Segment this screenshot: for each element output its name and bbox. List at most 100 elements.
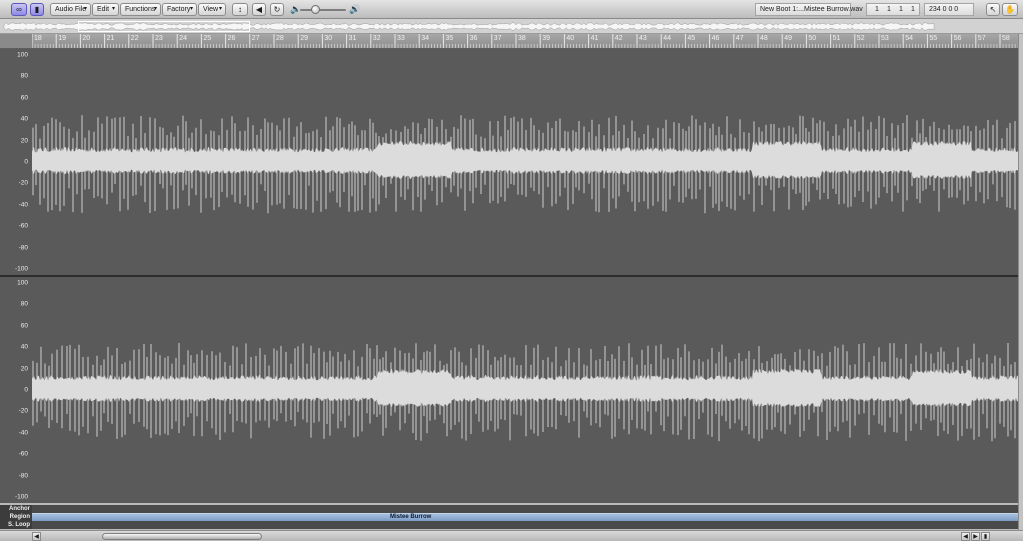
horizontal-scroll-thumb[interactable] [102,533,262,540]
waveform-channel-left[interactable] [32,49,1018,275]
ruler-bar-label: 44 [663,35,671,42]
ruler-bar-label: 52 [856,35,865,42]
waveform-channel-right[interactable] [32,277,1018,503]
amplitude-tick-label: 20 [20,137,28,145]
ruler-bar-label: 24 [179,35,187,42]
chevron-down-icon: ▾ [83,6,87,12]
chevron-down-icon: ▾ [189,6,193,12]
speaker-play-icon: ◀ [255,5,263,14]
toolbar: ∞ ▮ Audio File ▾ Edit ▾ Functions ▾ Factory… [0,0,1023,19]
ruler-bar-label: 47 [735,35,744,42]
amplitude-tick-label: 60 [20,94,28,102]
chevron-left-icon: ◀ [34,534,39,540]
amplitude-scale-right: 100 80 60 40 20 0 -20 -40 -60 -80 -100 [0,277,32,503]
ruler-bar-label: 19 [58,35,66,42]
ruler-bar-label: 58 [1002,35,1010,42]
volume-slider-knob[interactable] [311,5,320,14]
cycle-icon: ↻ [273,5,281,14]
chevron-right-icon: ▶ [973,534,978,540]
ruler-bar-label: 36 [469,35,478,42]
amplitude-tick-label: 0 [24,158,28,166]
amplitude-tick-label: -100 [14,265,28,273]
overview-strip[interactable] [0,19,1023,34]
menu-functions[interactable]: Functions ▾ [120,3,161,16]
ruler-bar-label: 46 [711,35,720,42]
catch-button[interactable]: ▮ [30,3,44,16]
ruler-bar-label: 26 [227,35,236,42]
ruler-bar-label: 38 [518,35,526,42]
ruler-gutter [0,34,32,49]
ruler-bar-label: 18 [34,35,42,42]
waveform-right [32,343,1018,442]
tempo-display: 234 0 0 0 [924,3,974,16]
ruler-bar-label: 45 [687,35,696,42]
horizontal-scrollbar[interactable]: ◀ ◀ ▶ ▮ [0,530,1023,541]
anchor-lane[interactable] [32,505,1018,513]
menu-audio-file[interactable]: Audio File ▾ [50,3,91,16]
region-name: Mistee Burrow [390,514,432,520]
play-button[interactable]: ◀ [252,3,266,16]
amplitude-tick-label: 20 [20,365,28,373]
menu-factory[interactable]: Factory ▾ [162,3,197,16]
waveform-body [32,140,1018,180]
link-button[interactable]: ∞ [11,3,27,16]
ruler-bar-label: 39 [542,35,550,42]
scroll-left-end-button[interactable]: ◀ [961,532,970,541]
amplitude-tick-label: -20 [18,407,28,415]
ruler-bar-label: 25 [203,35,212,42]
amplitude-tick-label: -20 [18,179,28,187]
waveform-body [32,368,1018,408]
ruler-bar-label: 32 [372,35,381,42]
ruler-bar-label: 30 [324,35,333,42]
loop-row: S. Loop [0,521,1018,529]
ruler-bar-label: 34 [421,35,429,42]
amplitude-tick-label: -80 [18,244,28,252]
amplitude-tick-label: -60 [18,450,28,458]
scroll-right-button[interactable]: ▶ [971,532,980,541]
ruler-bar-label: 29 [300,35,308,42]
ruler-bar-label: 35 [445,35,454,42]
chevron-down-icon: ▾ [111,6,115,12]
loop-lane[interactable] [32,521,1018,529]
vertical-scrollbar[interactable] [1018,34,1023,530]
amplitude-tick-label: -100 [14,493,28,501]
amplitude-tick-label: 0 [24,386,28,394]
scroll-left-button[interactable]: ◀ [32,532,41,541]
ruler-bar-label: 31 [348,35,357,42]
ruler-bar-label: 51 [832,35,841,42]
ruler-bar-label: 41 [590,35,599,42]
position-display: 1111 [866,3,920,16]
region-bar[interactable]: Mistee Burrow [32,513,1018,521]
zoom-handle-button[interactable]: ▮ [981,532,990,541]
waveform-zoom-button[interactable]: ↕ [232,3,248,16]
file-info: New Boot 1:...Mistee Burrow.wav [755,3,863,16]
ruler-bar-label: 28 [276,35,284,42]
menu-edit[interactable]: Edit ▾ [92,3,119,16]
ruler-bar-label: 48 [760,35,768,42]
ruler-bar-label: 37 [493,35,502,42]
amplitude-tick-label: 100 [17,279,28,287]
loop-label: S. Loop [0,521,32,529]
cycle-button[interactable]: ↻ [270,3,284,16]
amplitude-tick-label: 60 [20,322,28,330]
catch-icon: ▮ [34,5,40,14]
overview-visible-frame[interactable] [78,21,250,32]
ruler-bar-label: 27 [251,35,260,42]
region-label: Region [0,513,32,521]
amplitude-tick-label: 80 [20,300,28,308]
ruler-bar-label: 22 [130,35,139,42]
pointer-tool-button[interactable]: ↖ [986,3,1000,16]
ruler-bar-label: 43 [639,35,647,42]
speaker-high-icon: 🔊 [349,4,361,14]
ruler-bar-label: 20 [82,35,91,42]
hand-icon: ✋ [1005,5,1015,14]
arrow-pointer-icon: ↖ [989,5,997,14]
hand-tool-button[interactable]: ✋ [1002,3,1018,16]
volume-slider[interactable] [300,9,346,11]
ruler-bar-label: 33 [397,35,405,42]
amplitude-tick-label: 80 [20,72,28,80]
zoom-handle-icon: ▮ [983,534,988,540]
amplitude-tick-label: -80 [18,472,28,480]
bar-ruler[interactable]: 18 19 20 21 22 23 24 25 26 27 28 29 30 31 32 33 34 35 36 37… [32,34,1018,49]
menu-view[interactable]: View ▾ [198,3,226,16]
